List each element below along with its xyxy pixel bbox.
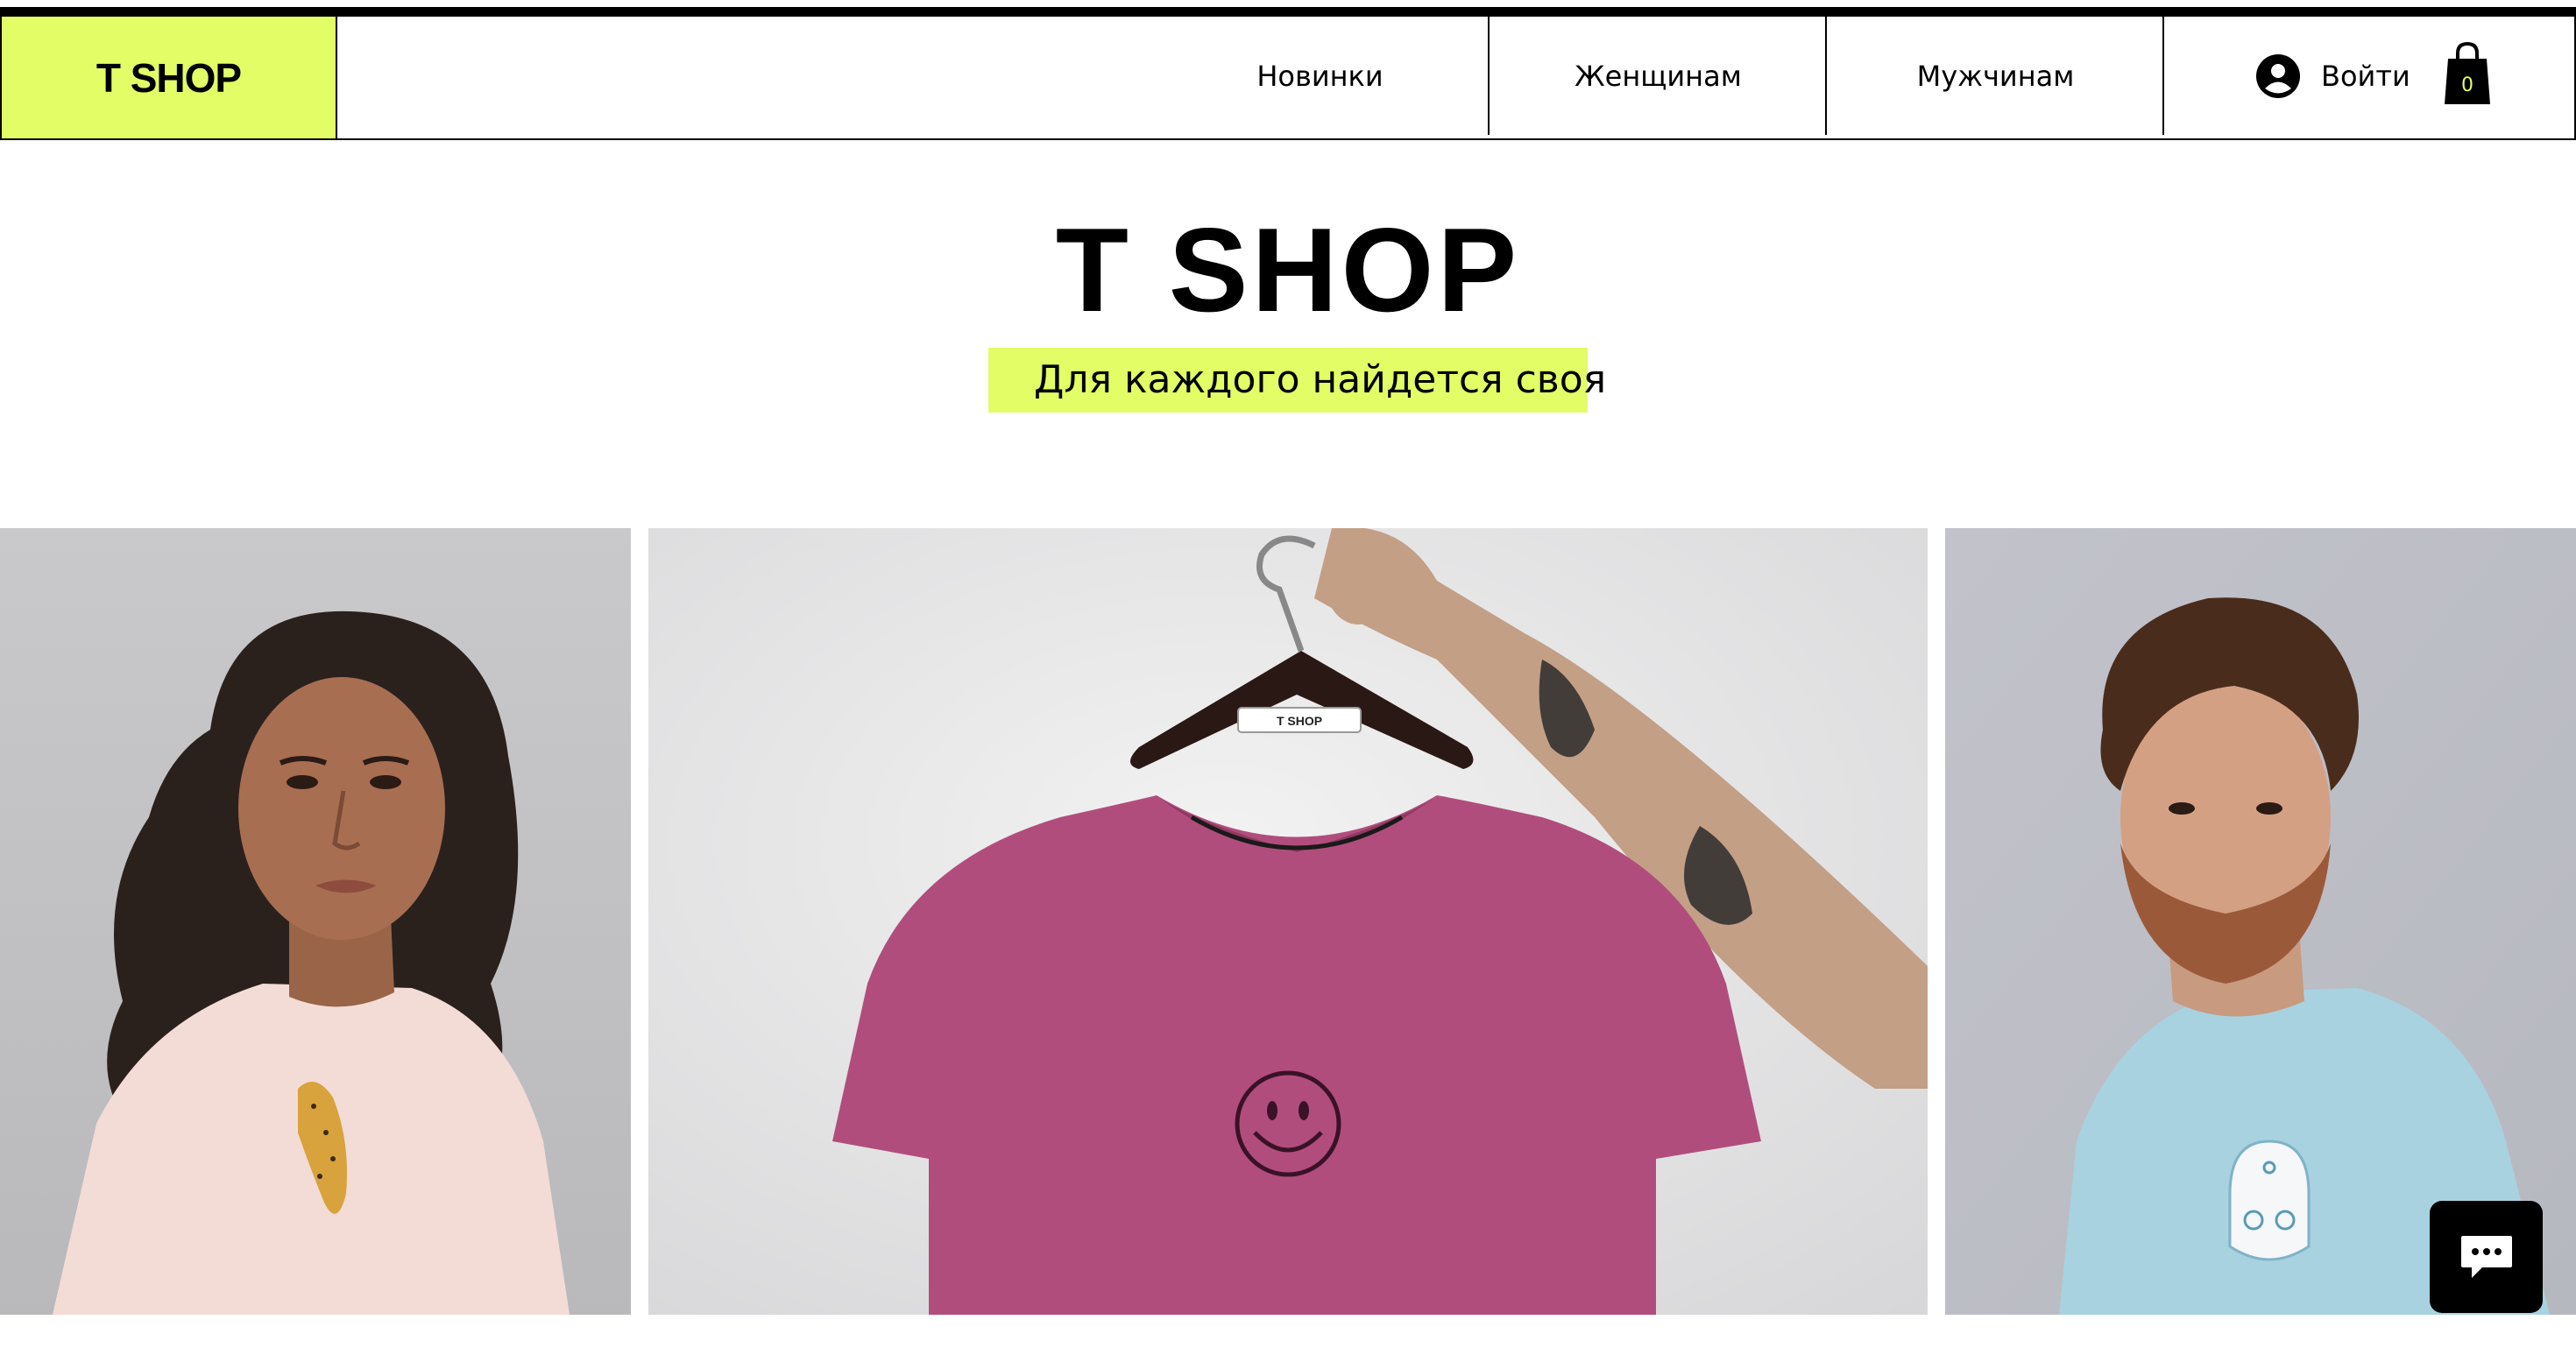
hero-title: T SHOP <box>1055 203 1521 336</box>
hero-tagline: Для каждого найдется своя <box>988 348 1606 413</box>
tagline-wrapper: Для каждого найдется своя <box>0 348 2576 413</box>
woman-photo-illustration <box>0 528 631 1315</box>
login-button[interactable]: Войти <box>2256 50 2410 102</box>
nav-new-arrivals[interactable]: Новинки <box>1152 17 1490 135</box>
photo-woman[interactable] <box>0 528 631 1315</box>
logo-text: T SHOP <box>96 54 242 101</box>
cart-button[interactable]: 0 <box>2443 41 2492 106</box>
logo-link[interactable]: T SHOP <box>2 17 337 138</box>
nav-men[interactable]: Мужчинам <box>1829 17 2164 135</box>
photo-man[interactable] <box>1945 528 2576 1315</box>
top-strip <box>0 7 2576 17</box>
tshirt-hanger-illustration: T SHOP <box>648 528 1928 1315</box>
chat-widget-button[interactable] <box>2430 1201 2543 1313</box>
nav-label: Женщинам <box>1575 59 1742 93</box>
photo-tshirt-hanger[interactable]: T SHOP <box>648 528 1928 1315</box>
man-photo-illustration <box>1945 528 2576 1315</box>
nav-label: Мужчинам <box>1916 59 2075 93</box>
nav-label: Новинки <box>1256 59 1384 93</box>
cart-count: 0 <box>2461 74 2473 96</box>
shirt-label-text: T SHOP <box>1277 714 1322 728</box>
login-label: Войти <box>2321 60 2410 93</box>
site-header: T SHOP Новинки Женщинам Мужчинам Войти 0 <box>0 17 2576 140</box>
chat-bubble-icon <box>2460 1236 2512 1278</box>
nav-women[interactable]: Женщинам <box>1491 17 1827 135</box>
user-avatar-icon <box>2256 54 2300 98</box>
